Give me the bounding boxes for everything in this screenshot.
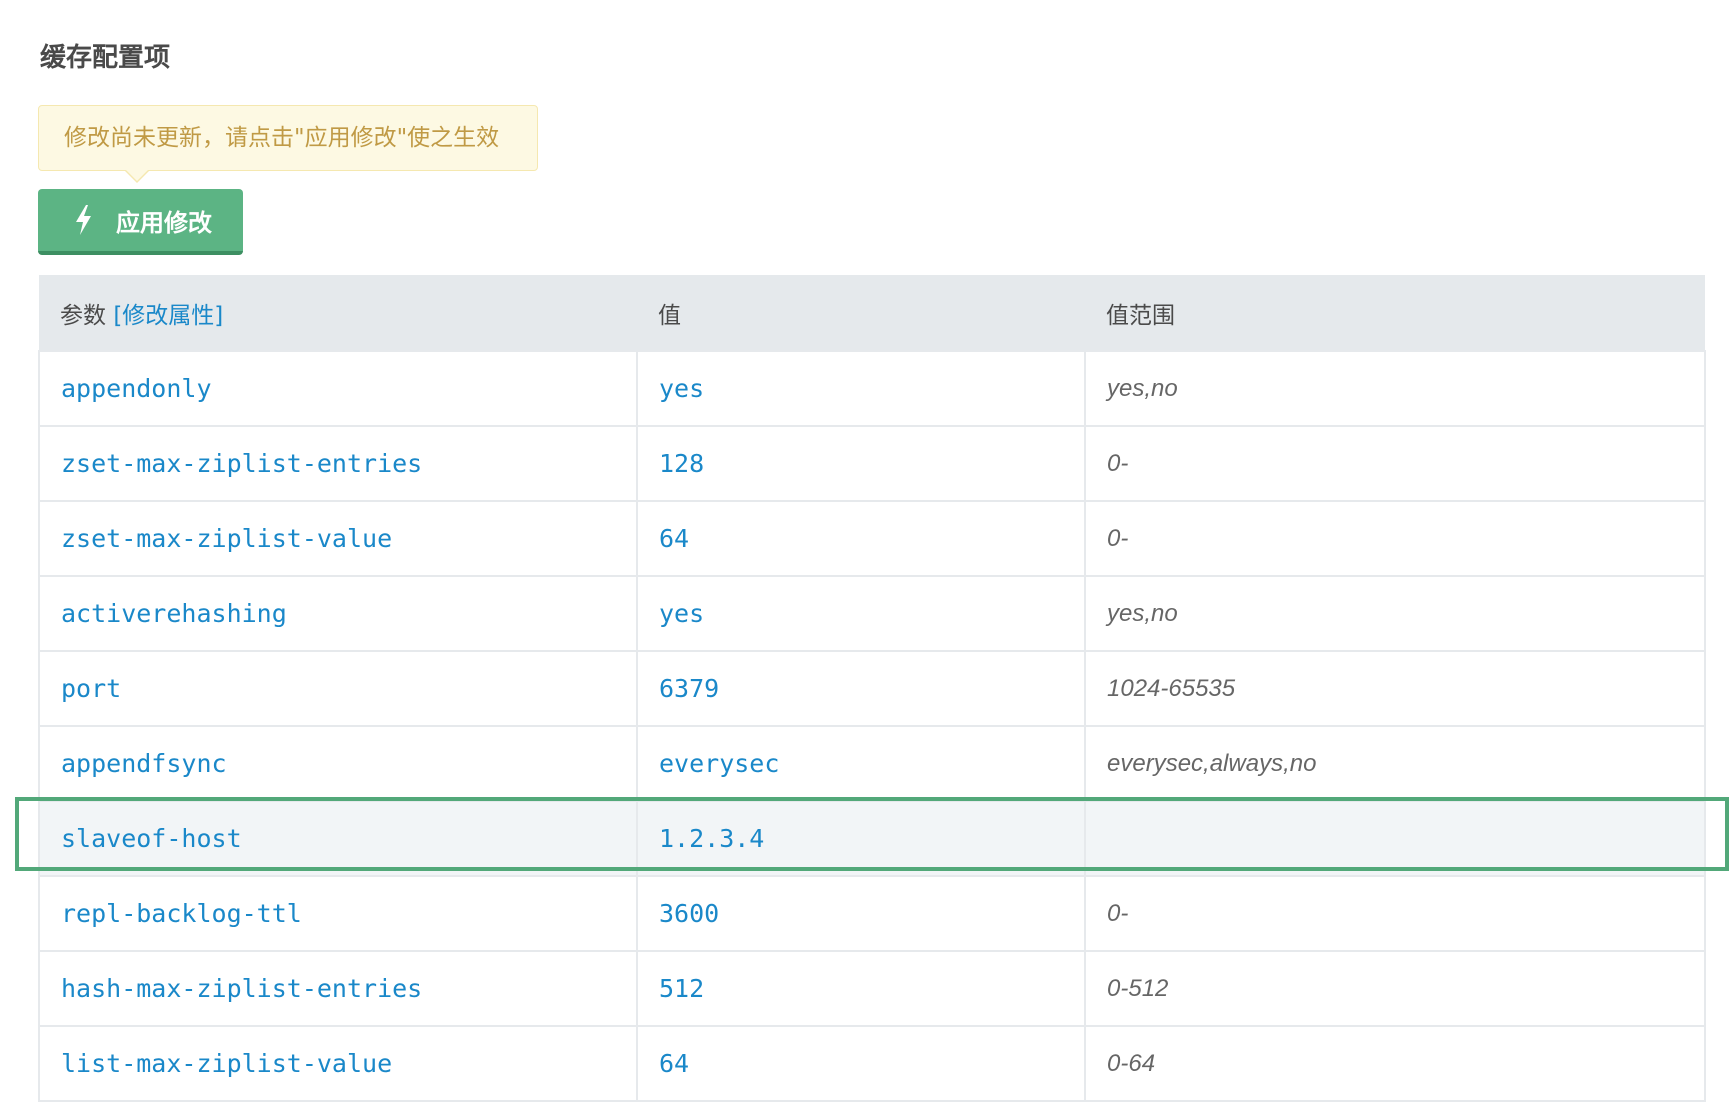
param-cell[interactable]: appendfsync bbox=[38, 725, 638, 802]
param-header-label: 参数 bbox=[60, 302, 106, 329]
param-cell[interactable]: activerehashing bbox=[38, 575, 638, 652]
param-cell[interactable]: zset-max-ziplist-entries bbox=[38, 425, 638, 502]
table-row: zset-max-ziplist-value 64 0- bbox=[38, 500, 1706, 577]
table-row: port 6379 1024-65535 bbox=[38, 650, 1706, 727]
param-cell[interactable]: port bbox=[38, 650, 638, 727]
value-cell[interactable]: yes bbox=[636, 575, 1086, 652]
value-cell[interactable]: 3600 bbox=[636, 875, 1086, 952]
range-cell: 0-64 bbox=[1084, 1025, 1706, 1102]
range-cell: yes,no bbox=[1084, 575, 1706, 652]
unsaved-changes-notice: 修改尚未更新，请点击"应用修改"使之生效 bbox=[38, 105, 538, 171]
edit-attributes-link[interactable]: [修改属性] bbox=[113, 303, 223, 329]
range-cell: yes,no bbox=[1084, 350, 1706, 427]
range-cell: 0- bbox=[1084, 875, 1706, 952]
param-cell[interactable]: appendonly bbox=[38, 350, 638, 427]
value-cell[interactable]: 1.2.3.4 bbox=[636, 800, 1086, 877]
lightning-bolt-icon bbox=[74, 205, 94, 235]
column-header-value: 值 bbox=[637, 275, 1085, 351]
value-cell[interactable]: 6379 bbox=[636, 650, 1086, 727]
param-cell[interactable]: hash-max-ziplist-entries bbox=[38, 950, 638, 1027]
value-cell[interactable]: 512 bbox=[636, 950, 1086, 1027]
range-cell: 0- bbox=[1084, 500, 1706, 577]
table-row: repl-backlog-ttl 3600 0- bbox=[38, 875, 1706, 952]
value-cell[interactable]: 64 bbox=[636, 500, 1086, 577]
table-row: appendonly yes yes,no bbox=[38, 350, 1706, 427]
range-cell bbox=[1084, 800, 1706, 877]
column-header-range: 值范围 bbox=[1085, 275, 1705, 351]
apply-changes-label: 应用修改 bbox=[116, 208, 212, 237]
notice-arrow bbox=[126, 170, 148, 181]
value-cell[interactable]: 128 bbox=[636, 425, 1086, 502]
param-cell[interactable]: repl-backlog-ttl bbox=[38, 875, 638, 952]
table-row-highlighted: slaveof-host 1.2.3.4 bbox=[38, 800, 1706, 877]
page-title: 缓存配置项 bbox=[40, 43, 171, 73]
table-row: zset-max-ziplist-entries 128 0- bbox=[38, 425, 1706, 502]
table-row: hash-max-ziplist-entries 512 0-512 bbox=[38, 950, 1706, 1027]
config-table: 参数 [修改属性] 值 值范围 appendonly yes yes,no zs… bbox=[38, 275, 1706, 1102]
param-cell[interactable]: list-max-ziplist-value bbox=[38, 1025, 638, 1102]
column-header-param: 参数 [修改属性] bbox=[39, 275, 637, 351]
apply-changes-button[interactable]: 应用修改 bbox=[38, 189, 243, 255]
range-cell: 1024-65535 bbox=[1084, 650, 1706, 727]
table-row: activerehashing yes yes,no bbox=[38, 575, 1706, 652]
param-cell[interactable]: zset-max-ziplist-value bbox=[38, 500, 638, 577]
value-cell[interactable]: yes bbox=[636, 350, 1086, 427]
value-cell[interactable]: 64 bbox=[636, 1025, 1086, 1102]
table-header-row: 参数 [修改属性] 值 值范围 bbox=[39, 275, 1705, 351]
table-row: appendfsync everysec everysec,always,no bbox=[38, 725, 1706, 802]
range-cell: 0-512 bbox=[1084, 950, 1706, 1027]
table-row: list-max-ziplist-value 64 0-64 bbox=[38, 1025, 1706, 1102]
param-cell[interactable]: slaveof-host bbox=[38, 800, 638, 877]
value-cell[interactable]: everysec bbox=[636, 725, 1086, 802]
range-cell: 0- bbox=[1084, 425, 1706, 502]
range-cell: everysec,always,no bbox=[1084, 725, 1706, 802]
